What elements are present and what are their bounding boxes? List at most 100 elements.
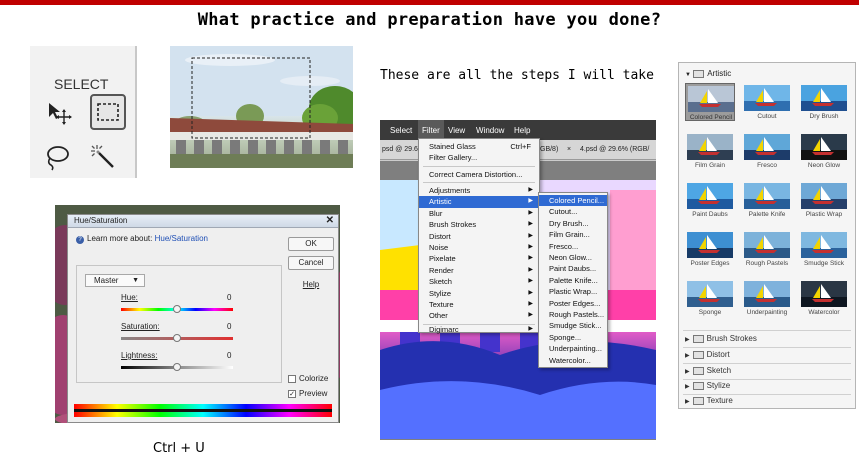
menu-item-label: Noise: [429, 243, 449, 252]
submenu-item-sponge[interactable]: Sponge...: [539, 332, 607, 343]
filter-thumbnail-colored-pencil[interactable]: Colored Pencil: [685, 83, 735, 121]
submenu-item-dry-brush[interactable]: Dry Brush...: [539, 218, 607, 229]
menu-item-label: Render: [429, 265, 454, 275]
thumbnail-image: [744, 281, 790, 307]
filter-thumbnail-fresco[interactable]: Fresco: [742, 132, 792, 170]
submenu-item-poster-edges[interactable]: Poster Edges...: [539, 298, 607, 309]
filter-thumbnail-plastic-wrap[interactable]: Plastic Wrap: [799, 181, 849, 219]
folder-icon: [692, 350, 704, 359]
submenu-item-neon-glow[interactable]: Neon Glow...: [539, 252, 607, 263]
menu-item-brush-strokes[interactable]: Brush Strokes ▶: [419, 219, 539, 230]
close-tab-icon[interactable]: ×: [567, 146, 571, 153]
menu-item-noise[interactable]: Noise ▶: [419, 242, 539, 253]
filter-thumbnail-film-grain[interactable]: Film Grain: [685, 132, 735, 170]
category-stylize[interactable]: ▶ Stylize: [685, 381, 730, 393]
category-sketch[interactable]: ▶ Sketch: [685, 366, 731, 378]
filter-thumbnail-paint-daubs[interactable]: Paint Daubs: [685, 181, 735, 219]
move-tool-icon[interactable]: [42, 96, 76, 130]
menu-item-other[interactable]: Other ▶: [419, 310, 539, 321]
saturation-slider-thumb[interactable]: [173, 334, 181, 342]
hue-slider[interactable]: [121, 305, 233, 313]
submenu-item-paint-daubs[interactable]: Paint Daubs...: [539, 263, 607, 274]
menu-item-label: Digimarc: [429, 325, 459, 334]
doc-tab-2[interactable]: GB/8): [540, 146, 558, 153]
menu-item-distort[interactable]: Distort ▶: [419, 231, 539, 242]
menu-item-correct-camera-distortion[interactable]: Correct Camera Distortion...: [419, 169, 539, 180]
menubar: Select Filter View Window Help: [380, 120, 656, 140]
doc-tab-3[interactable]: 4.psd @ 29.6% (RGB/: [580, 146, 649, 153]
preview-label: Preview: [299, 389, 328, 398]
submenu-item-smudge-stick[interactable]: Smudge Stick...: [539, 320, 607, 331]
artistic-submenu: Colored Pencil... Cutout... Dry Brush...…: [538, 192, 608, 368]
saturation-slider[interactable]: [121, 334, 233, 342]
ok-button[interactable]: OK: [288, 237, 334, 251]
adjustment-panel: Master ▼ Hue: 0 Saturation: 0 Lightness:…: [76, 265, 282, 383]
submenu-item-colored-pencil[interactable]: Colored Pencil...: [539, 195, 607, 207]
filter-thumbnail-poster-edges[interactable]: Poster Edges: [685, 230, 735, 268]
category-label: Sketch: [706, 366, 732, 375]
filter-thumbnail-rough-pastels[interactable]: Rough Pastels: [742, 230, 792, 268]
category-distort[interactable]: ▶ Distort: [685, 350, 730, 362]
cancel-button[interactable]: Cancel: [288, 256, 334, 270]
submenu-item-cutout[interactable]: Cutout...: [539, 206, 607, 217]
menu-item-label: Texture: [429, 300, 454, 309]
filter-thumbnail-palette-knife[interactable]: Palette Knife: [742, 181, 792, 219]
thumbnail-label: Poster Edges: [690, 260, 730, 267]
menu-item-filter-gallery[interactable]: Filter Gallery...: [419, 152, 539, 163]
folder-icon: [692, 366, 704, 375]
filter-thumbnail-dry-brush[interactable]: Dry Brush: [799, 83, 849, 121]
preview-box[interactable]: ✓: [288, 389, 296, 398]
menu-item-artistic[interactable]: Artistic ▶: [419, 196, 539, 208]
colorize-box[interactable]: [288, 374, 296, 383]
submenu-item-rough-pastels[interactable]: Rough Pastels...: [539, 309, 607, 320]
saturation-value[interactable]: 0: [227, 322, 231, 331]
lightness-slider-thumb[interactable]: [173, 363, 181, 371]
filter-thumbnail-watercolor[interactable]: Watercolor: [799, 279, 849, 317]
menu-view[interactable]: View: [448, 126, 465, 135]
hue-slider-thumb[interactable]: [173, 305, 181, 313]
colorize-checkbox[interactable]: Colorize: [288, 374, 328, 383]
close-icon[interactable]: ✕: [326, 215, 334, 226]
help-button[interactable]: Help: [288, 279, 334, 293]
menu-item-texture[interactable]: Texture ▶: [419, 299, 539, 310]
menu-select[interactable]: Select: [390, 126, 412, 135]
menu-item-sketch[interactable]: Sketch ▶: [419, 276, 539, 287]
category-texture[interactable]: ▶ Texture: [685, 396, 733, 408]
artistic-category-header[interactable]: ▼ Artistic: [685, 69, 731, 78]
thumbnail-image: [687, 232, 733, 258]
lasso-icon[interactable]: [40, 140, 74, 174]
menu-item-stylize[interactable]: Stylize ▶: [419, 288, 539, 299]
menu-item-adjustments[interactable]: Adjustments ▶: [419, 185, 539, 196]
tool-panel: SELECT: [30, 46, 137, 178]
learn-more-link[interactable]: Hue/Saturation: [155, 234, 208, 243]
category-brush-strokes[interactable]: ▶ Brush Strokes: [685, 334, 757, 346]
submenu-item-underpainting[interactable]: Underpainting...: [539, 343, 607, 354]
thumbnail-image: [744, 134, 790, 160]
menu-help[interactable]: Help: [514, 126, 530, 135]
category-separator: [683, 379, 851, 380]
filter-thumbnail-underpainting[interactable]: Underpainting: [742, 279, 792, 317]
menu-item-digimarc[interactable]: Digimarc ▶: [419, 325, 539, 334]
menu-window[interactable]: Window: [476, 126, 504, 135]
rectangular-marquee-icon[interactable]: [90, 94, 126, 130]
submenu-item-film-grain[interactable]: Film Grain...: [539, 229, 607, 240]
submenu-item-watercolor[interactable]: Watercolor...: [539, 355, 607, 366]
submenu-item-fresco[interactable]: Fresco...: [539, 241, 607, 252]
lightness-slider[interactable]: [121, 363, 233, 371]
menu-item-pixelate[interactable]: Pixelate ▶: [419, 253, 539, 264]
filter-thumbnail-neon-glow[interactable]: Neon Glow: [799, 132, 849, 170]
submenu-item-plastic-wrap[interactable]: Plastic Wrap...: [539, 286, 607, 297]
channel-select[interactable]: Master ▼: [85, 274, 145, 287]
submenu-item-palette-knife[interactable]: Palette Knife...: [539, 275, 607, 286]
filter-thumbnail-cutout[interactable]: Cutout: [742, 83, 792, 121]
lightness-value[interactable]: 0: [227, 351, 231, 360]
filter-thumbnail-smudge-stick[interactable]: Smudge Stick: [799, 230, 849, 268]
filter-thumbnail-sponge[interactable]: Sponge: [685, 279, 735, 317]
menu-item-stained-glass[interactable]: Stained Glass Ctrl+F: [419, 141, 539, 152]
magic-wand-icon[interactable]: [86, 140, 120, 174]
menu-item-render[interactable]: Render ▶: [419, 265, 539, 276]
menu-filter[interactable]: Filter: [418, 120, 444, 140]
hue-value[interactable]: 0: [227, 293, 231, 302]
menu-item-blur[interactable]: Blur ▶: [419, 208, 539, 219]
preview-checkbox[interactable]: ✓ Preview: [288, 389, 327, 398]
